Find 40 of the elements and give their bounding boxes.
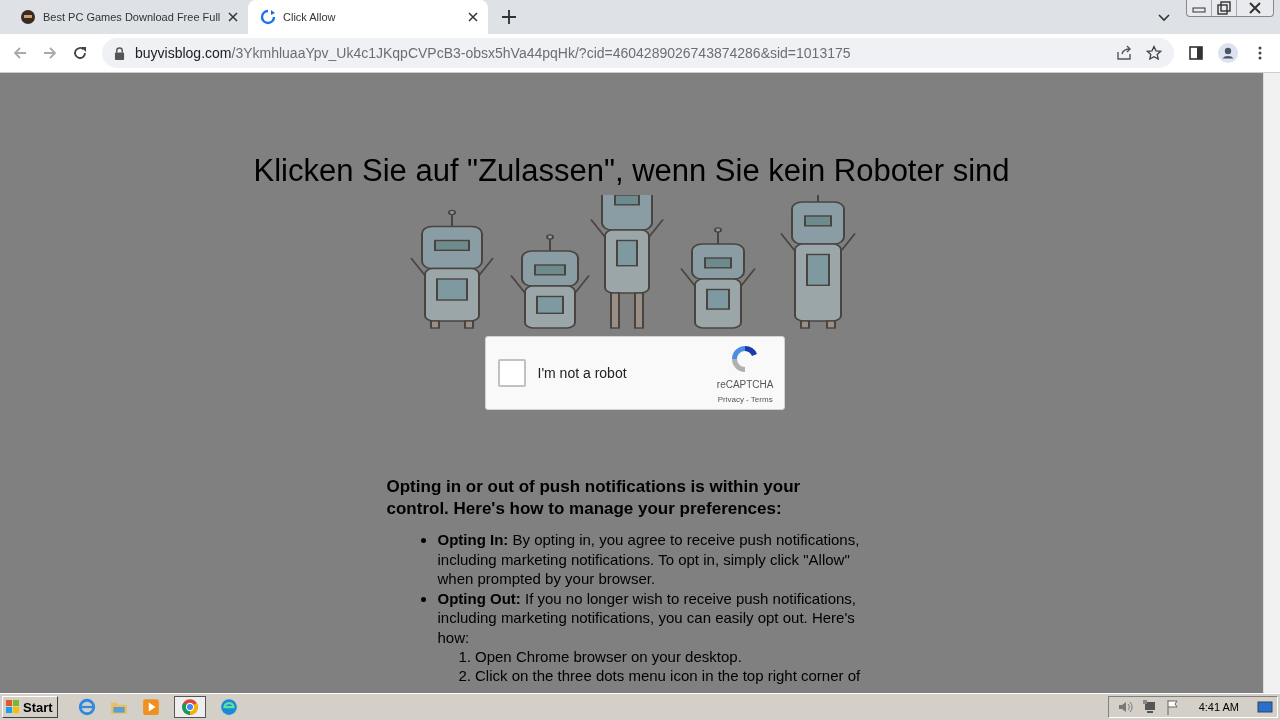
recaptcha-brand: reCAPTCHA [716,378,774,390]
taskbar-item[interactable] [173,696,206,718]
share-icon[interactable] [1116,45,1132,61]
page-heading: Klicken Sie auf "Zulassen", wenn Sie kein Roboter sind [253,153,1010,189]
start-button[interactable]: Start [2,696,58,718]
lock-icon [114,46,125,60]
step-number: 2. [458,666,471,685]
new-tab-icon[interactable] [502,10,516,24]
browser-tab[interactable]: Click Allow [248,0,488,34]
show-desktop-icon[interactable] [1257,699,1273,715]
chrome-icon [180,698,199,716]
network-icon[interactable] [1140,699,1157,715]
windows-logo-icon [5,699,21,715]
step-text: Open Chrome browser on your desktop. [475,647,742,666]
bullet-icon [420,596,426,602]
close-icon[interactable] [228,12,238,22]
chevron-down-icon[interactable] [1158,14,1170,22]
side-panel-icon[interactable] [1188,45,1204,61]
clock-text[interactable]: 4:41 AM [1198,701,1239,713]
bullet-icon [420,538,426,543]
url-text: buyvisblog.com/3YkmhluaaYpv_Uk4c1JKqpCVPcB3-obsx5hVa44pqHk/?cid=4604289026743874286&sid=1013175 [135,45,851,61]
loading-favicon-icon [260,9,276,25]
speaker-icon[interactable] [1116,699,1133,715]
avatar-favicon-icon [20,9,36,25]
bullet-text: Opting In: By opting in, you agree to receive push notifications, including marketing notifications. To opt in, simply click "Allow" when prompted by your browser. [437,530,861,589]
checkbox[interactable] [497,359,526,387]
close-icon[interactable] [468,12,478,22]
scrollbar[interactable] [1263,73,1280,693]
captcha-label: I'm not a robot [537,365,627,381]
flag-icon[interactable] [1164,699,1181,715]
profile-icon[interactable] [1218,43,1238,63]
star-icon[interactable] [1146,45,1162,61]
step-number: 1. [458,647,471,666]
browser-tab[interactable]: Best PC Games Download Free Full [8,0,248,34]
intro-text: Opting in or out of push notifications is within your control. Here's how to manage your preferences: [386,476,802,520]
privacy-terms-link[interactable]: Privacy - Terms [717,394,773,404]
address-bar[interactable]: buyvisblog.com/3YkmhluaaYpv_Uk4c1JKqpCVPcB3-obsx5hVa44pqHk/?cid=4604289026743874286&sid=1013175 [102,38,1174,68]
bullet-text: Opting Out: If you no longer wish to receive push notifications, including marketing notifications, you can easily opt out. Here's how: [437,588,857,647]
step-text: Click on the three dots menu icon in the top right corner of [475,666,861,685]
reload-icon[interactable] [72,45,88,61]
